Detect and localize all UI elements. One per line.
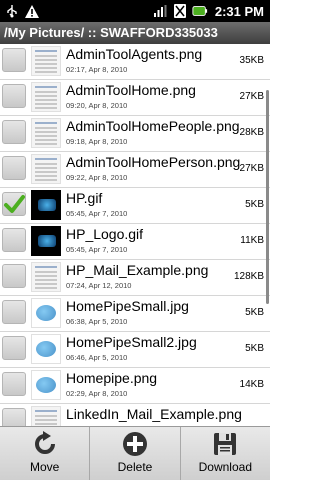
file-size: 14KB xyxy=(239,379,264,390)
download-label: Download xyxy=(198,460,252,474)
file-size: 27KB xyxy=(239,91,264,102)
file-name: AdminToolHomePeople.png xyxy=(66,118,240,134)
file-checkbox[interactable] xyxy=(2,372,26,396)
signal-icon xyxy=(152,3,168,19)
file-checkbox[interactable] xyxy=(2,156,26,180)
file-checkbox[interactable] xyxy=(2,408,26,426)
usb-icon xyxy=(4,3,20,19)
file-checkbox[interactable] xyxy=(2,264,26,288)
file-size: 5KB xyxy=(245,343,264,354)
file-thumbnail xyxy=(31,46,61,76)
list-item[interactable]: HP.gif 05:45, Apr 7, 2010 5KB xyxy=(0,188,270,224)
clock: 2:31 PM xyxy=(214,3,264,19)
battery-icon xyxy=(192,3,208,19)
list-item[interactable]: HP_Logo.gif 05:45, Apr 7, 2010 11KB xyxy=(0,224,270,260)
move-label: Move xyxy=(29,460,60,474)
file-date: 05:45, Apr 7, 2010 xyxy=(66,245,128,254)
delete-button[interactable]: Delete xyxy=(89,427,179,480)
file-checkbox[interactable] xyxy=(2,48,26,72)
file-size: 5KB xyxy=(245,199,264,210)
file-checkbox[interactable] xyxy=(2,300,26,324)
list-item[interactable]: AdminToolAgents.png 02:17, Apr 8, 2010 35K… xyxy=(0,44,270,80)
file-date: 09:18, Apr 8, 2010 xyxy=(66,137,128,146)
file-size: 5KB xyxy=(245,307,264,318)
file-date: 06:46, Apr 5, 2010 xyxy=(66,353,128,362)
list-item[interactable]: AdminToolHomePeople.png 09:18, Apr 8, 201… xyxy=(0,116,270,152)
no-sim-icon xyxy=(172,3,188,19)
scrollbar[interactable] xyxy=(266,90,269,304)
file-date: 07:24, Apr 12, 2010 xyxy=(66,281,132,290)
file-checkbox[interactable] xyxy=(2,84,26,108)
file-size: 35KB xyxy=(239,55,264,66)
file-thumbnail xyxy=(31,370,61,400)
page-title: /My Pictures/ :: SWAFFORD335033 xyxy=(0,22,270,44)
file-checkbox[interactable] xyxy=(2,228,26,252)
file-thumbnail xyxy=(31,298,61,328)
download-button[interactable]: Download xyxy=(179,427,270,480)
system-icons: 2:31 PM xyxy=(152,0,264,22)
notification-icons xyxy=(4,0,40,22)
file-date: 02:17, Apr 8, 2010 xyxy=(66,65,128,74)
file-size: 27KB xyxy=(239,163,264,174)
file-date: 02:29, Apr 8, 2010 xyxy=(66,389,128,398)
file-name: AdminToolHomePerson.png xyxy=(66,154,241,170)
file-thumbnail xyxy=(31,118,61,148)
list-item[interactable]: AdminToolHome.png 09:20, Apr 8, 2010 27KB xyxy=(0,80,270,116)
file-checkbox[interactable] xyxy=(2,336,26,360)
list-item[interactable]: HP_Mail_Example.png 07:24, Apr 12, 2010 12… xyxy=(0,260,270,296)
list-item[interactable]: Homepipe.png 02:29, Apr 8, 2010 14KB xyxy=(0,368,270,404)
file-name: HP_Logo.gif xyxy=(66,226,144,242)
file-thumbnail xyxy=(31,334,61,364)
warning-icon xyxy=(24,3,40,19)
file-thumbnail xyxy=(31,406,61,426)
delete-icon xyxy=(120,429,150,459)
file-name: HomePipeSmall.jpg xyxy=(66,298,189,314)
file-date: 06:38, Apr 5, 2010 xyxy=(66,317,128,326)
checkmark-icon xyxy=(4,195,25,213)
file-checkbox[interactable] xyxy=(2,192,26,216)
file-name: HP.gif xyxy=(66,190,103,206)
move-button[interactable]: Move xyxy=(0,427,89,480)
file-size: 28KB xyxy=(239,127,264,138)
move-icon xyxy=(30,429,60,459)
list-item[interactable]: HomePipeSmall.jpg 06:38, Apr 5, 2010 5KB xyxy=(0,296,270,332)
file-size: 11KB xyxy=(240,235,264,246)
file-date: 09:20, Apr 8, 2010 xyxy=(66,101,128,110)
file-name: HP_Mail_Example.png xyxy=(66,262,209,278)
file-name: AdminToolAgents.png xyxy=(66,46,203,62)
file-size: 128KB xyxy=(233,271,264,282)
file-checkbox[interactable] xyxy=(2,120,26,144)
delete-label: Delete xyxy=(117,460,153,474)
file-thumbnail xyxy=(31,226,61,256)
list-item[interactable]: HomePipeSmall2.jpg 06:46, Apr 5, 2010 5KB xyxy=(0,332,270,368)
file-name: HomePipeSmall2.jpg xyxy=(66,334,197,350)
file-name: Homepipe.png xyxy=(66,370,158,386)
file-thumbnail xyxy=(31,82,61,112)
file-list[interactable]: AdminToolAgents.png 02:17, Apr 8, 2010 35K… xyxy=(0,44,270,426)
file-thumbnail xyxy=(31,262,61,292)
file-thumbnail xyxy=(31,190,61,220)
file-date: 05:45, Apr 7, 2010 xyxy=(66,209,128,218)
floppy-disk-icon xyxy=(210,429,240,459)
file-thumbnail xyxy=(31,154,61,184)
list-item[interactable]: AdminToolHomePerson.png 09:22, Apr 8, 201… xyxy=(0,152,270,188)
status-bar: 2:31 PM xyxy=(0,0,270,22)
action-menu: Move Delete Download xyxy=(0,426,270,480)
list-item[interactable]: LinkedIn_Mail_Example.png xyxy=(0,404,270,426)
file-name: LinkedIn_Mail_Example.png xyxy=(66,406,242,422)
file-name: AdminToolHome.png xyxy=(66,82,196,98)
file-date: 09:22, Apr 8, 2010 xyxy=(66,173,128,182)
